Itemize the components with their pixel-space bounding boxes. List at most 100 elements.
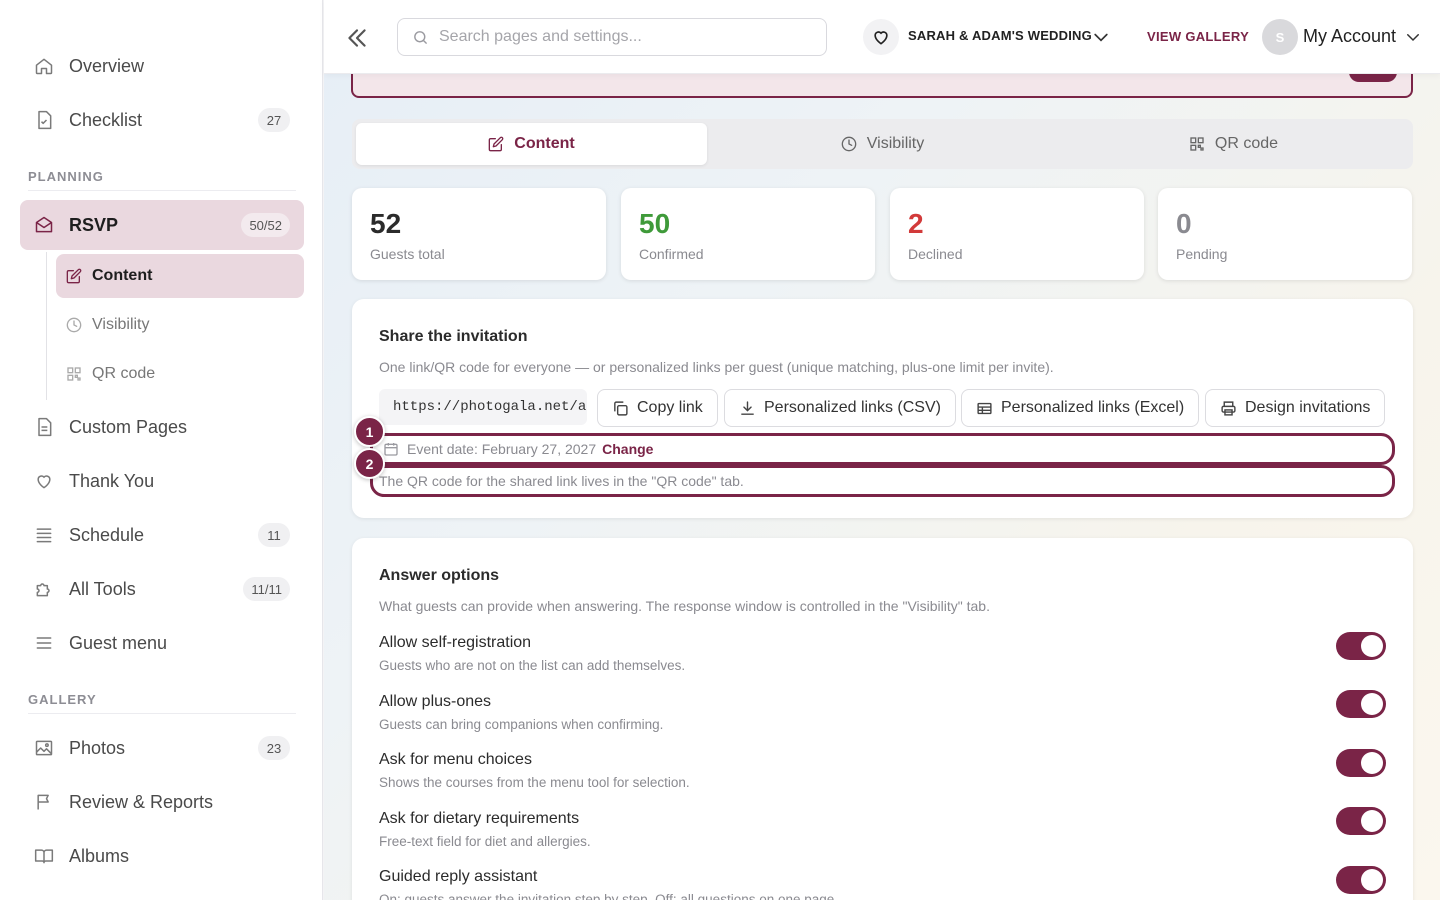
- count-badge: 27: [258, 108, 290, 132]
- search-input[interactable]: [439, 28, 809, 46]
- toggle-plus-ones[interactable]: [1336, 690, 1386, 718]
- sidebar-item-checklist[interactable]: Checklist 27: [20, 95, 304, 145]
- stat-value: 52: [370, 208, 402, 239]
- design-label: Design invitations: [1245, 399, 1371, 416]
- sidebar-item-label: Albums: [69, 845, 130, 866]
- copy-icon: [612, 400, 629, 417]
- avatar[interactable]: S: [1262, 19, 1298, 55]
- tab-visibility[interactable]: Visibility: [707, 123, 1058, 165]
- collapse-sidebar-icon[interactable]: [344, 25, 370, 51]
- toggle-menu-choices[interactable]: [1336, 749, 1386, 777]
- sidebar-subitem-qr-code[interactable]: QR code: [56, 352, 304, 396]
- step-marker-2: 2: [354, 448, 385, 479]
- clock-icon: [66, 317, 82, 333]
- section-divider: [28, 713, 296, 714]
- option-title: Ask for dietary requirements: [379, 810, 580, 827]
- menu-icon: [34, 633, 54, 653]
- option-menu-choices: Ask for menu choices Shows the courses f…: [379, 751, 1389, 790]
- sidebar-item-custom-pages[interactable]: Custom Pages: [20, 402, 304, 452]
- sidebar-item-label: Thank You: [69, 470, 155, 491]
- event-date-text: Event date: February 27, 2027: [407, 441, 597, 457]
- option-self-registration: Allow self-registration Guests who are n…: [379, 634, 1389, 673]
- excel-label: Personalized links (Excel): [1001, 399, 1185, 416]
- tab-visibility-label: Visibility: [866, 135, 925, 152]
- share-invitation-card: Share the invitation One link/QR code fo…: [352, 299, 1413, 518]
- top-bar: SARAH & ADAM'S WEDDING VIEW GALLERY S My…: [324, 0, 1440, 74]
- chevron-down-icon[interactable]: [1404, 28, 1422, 46]
- search-icon: [412, 29, 429, 46]
- sidebar-item-label: Guest menu: [69, 632, 168, 653]
- stat-value: 2: [908, 208, 924, 239]
- tab-content[interactable]: Content: [356, 123, 707, 165]
- checklist-icon: [34, 110, 54, 130]
- copy-link-button[interactable]: Copy link: [597, 389, 718, 427]
- sidebar-subitem-label: QR code: [92, 365, 156, 382]
- tab-qr-code[interactable]: QR code: [1058, 123, 1409, 165]
- home-icon: [34, 56, 54, 76]
- download-icon: [739, 400, 756, 417]
- option-subtitle: On: guests answer the invitation step by…: [379, 892, 839, 900]
- stat-declined: 2 Declined: [890, 188, 1144, 280]
- copy-link-label: Copy link: [637, 399, 703, 416]
- search-box: [397, 18, 827, 56]
- qr-code-icon: [66, 366, 82, 382]
- sidebar-item-rsvp[interactable]: RSVP 50/52: [20, 200, 304, 250]
- change-date-link[interactable]: Change: [602, 441, 653, 457]
- sidebar-item-schedule[interactable]: Schedule 11: [20, 510, 304, 560]
- stat-value: 0: [1176, 208, 1192, 239]
- count-badge: 50/52: [241, 213, 290, 237]
- table-icon: [976, 400, 993, 417]
- stat-label: Guests total: [370, 246, 445, 262]
- event-selector[interactable]: SARAH & ADAM'S WEDDING: [908, 28, 1092, 43]
- sidebar-item-all-tools[interactable]: All Tools 11/11: [20, 564, 304, 614]
- heart-icon[interactable]: [863, 19, 899, 55]
- personalized-links-csv-button[interactable]: Personalized links (CSV): [724, 389, 956, 427]
- calendar-icon: [383, 441, 399, 457]
- sidebar-item-guest-menu[interactable]: Guest menu: [20, 618, 304, 668]
- sidebar-item-review-reports[interactable]: Review & Reports: [20, 777, 304, 827]
- event-date-row: Event date: February 27, 2027 Change: [383, 441, 653, 457]
- rsvp-tabs: Content Visibility QR code: [352, 119, 1413, 169]
- heart-icon: [34, 471, 54, 491]
- share-description: One link/QR code for everyone — or perso…: [379, 359, 1054, 375]
- answer-options-card: Answer options What guests can provide w…: [352, 538, 1413, 900]
- qr-hint-text: The QR code for the shared link lives in…: [379, 473, 744, 489]
- csv-label: Personalized links (CSV): [764, 399, 941, 416]
- chevron-down-icon[interactable]: [1091, 27, 1111, 47]
- main-content: Content Visibility QR code 52 Guests tot…: [324, 0, 1440, 900]
- toggle-dietary-requirements[interactable]: [1336, 807, 1386, 835]
- sidebar-subitem-content[interactable]: Content: [56, 254, 304, 298]
- stat-guests-total: 52 Guests total: [352, 188, 606, 280]
- toggle-self-registration[interactable]: [1336, 632, 1386, 660]
- image-icon: [34, 738, 54, 758]
- option-guided-reply: Guided reply assistant On: guests answer…: [379, 868, 1389, 900]
- sidebar-item-albums[interactable]: Albums: [20, 831, 304, 881]
- tab-qr-code-label: QR code: [1214, 135, 1279, 152]
- printer-icon: [1220, 400, 1237, 417]
- stat-confirmed: 50 Confirmed: [621, 188, 875, 280]
- view-gallery-link[interactable]: VIEW GALLERY: [1147, 29, 1249, 44]
- sidebar-subitem-visibility[interactable]: Visibility: [56, 303, 304, 347]
- count-badge: 11: [258, 523, 290, 547]
- sidebar-item-label: Schedule: [69, 524, 145, 545]
- sidebar-item-label: Custom Pages: [69, 416, 188, 437]
- invitation-link-field[interactable]: https://photogala.net/a…: [379, 389, 587, 425]
- sidebar-item-label: All Tools: [69, 578, 136, 599]
- list-icon: [34, 525, 54, 545]
- my-account-button[interactable]: My Account: [1303, 26, 1396, 47]
- option-title: Ask for menu choices: [379, 751, 532, 768]
- sidebar-subitem-label: Visibility: [92, 316, 150, 333]
- section-divider: [28, 190, 296, 191]
- sidebar-subitem-label: Content: [92, 267, 153, 284]
- sidebar-item-overview[interactable]: Overview: [20, 41, 304, 91]
- edit-icon: [66, 268, 82, 284]
- clock-icon: [841, 136, 857, 152]
- sidebar-item-photos[interactable]: Photos 23: [20, 723, 304, 773]
- sidebar-item-label: Overview: [69, 55, 145, 76]
- design-invitations-button[interactable]: Design invitations: [1205, 389, 1386, 427]
- option-title: Allow self-registration: [379, 634, 532, 651]
- option-subtitle: Guests who are not on the list can add t…: [379, 658, 686, 673]
- sidebar-item-thank-you[interactable]: Thank You: [20, 456, 304, 506]
- toggle-guided-reply[interactable]: [1336, 866, 1386, 894]
- personalized-links-excel-button[interactable]: Personalized links (Excel): [961, 389, 1200, 427]
